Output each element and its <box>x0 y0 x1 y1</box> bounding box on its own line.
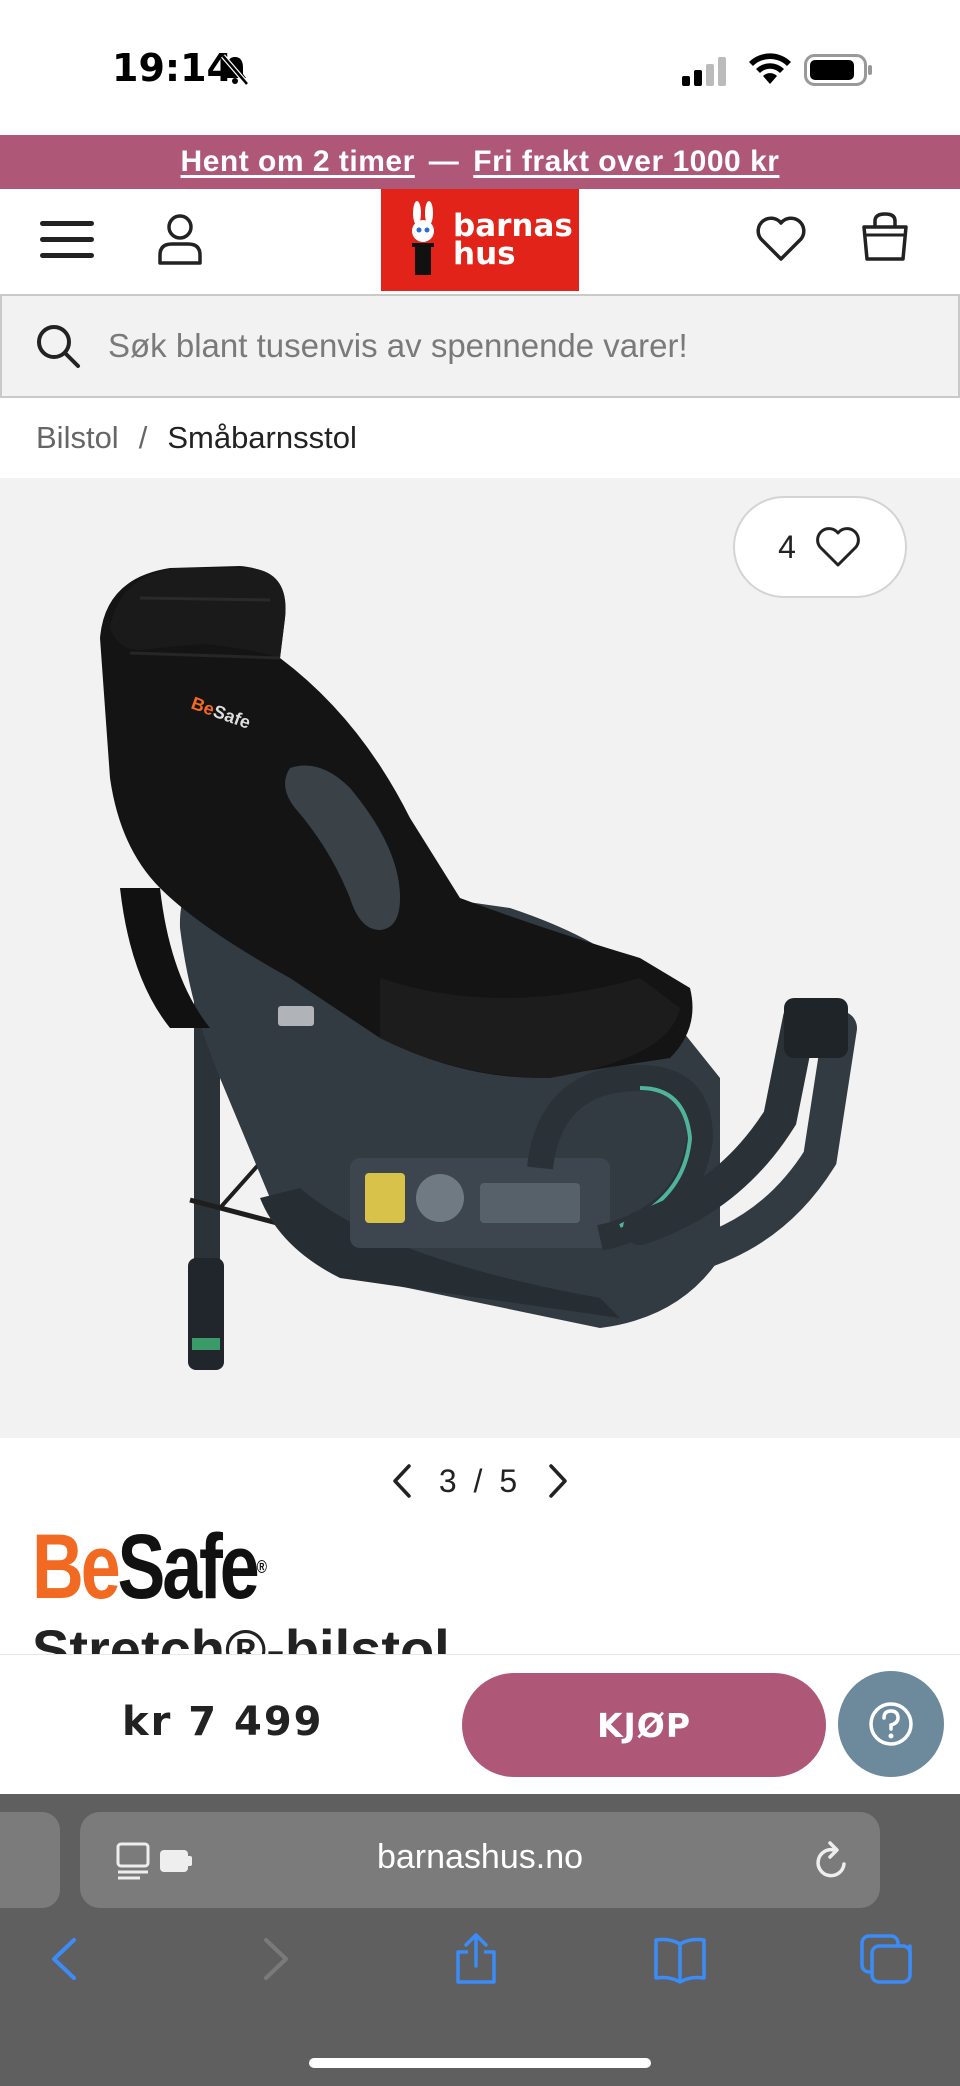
promo-separator: — <box>428 145 460 178</box>
brand-be: Be <box>32 1516 121 1618</box>
url-text: barnashus.no <box>376 1838 584 1876</box>
search-input[interactable] <box>108 327 908 365</box>
chevron-left-icon <box>393 1464 411 1498</box>
site-logo[interactable]: barnas hus <box>381 189 579 291</box>
brand-safe: Safe <box>117 1516 259 1618</box>
chevron-right-icon <box>549 1464 567 1498</box>
gallery-pager: 3 / 5 <box>0 1440 960 1522</box>
promo-shipping-link[interactable]: Fri frakt over 1000 kr <box>473 145 779 179</box>
promo-banner: Hent om 2 timer — Fri frakt over 1000 kr <box>0 135 960 189</box>
forward-icon[interactable] <box>246 1932 302 1986</box>
bell-off-icon <box>221 54 249 86</box>
product-title-text: Stretch®-bilstol <box>32 1620 450 1655</box>
wifi-icon <box>749 53 791 84</box>
address-bar[interactable]: barnashus.no <box>80 1812 880 1908</box>
breadcrumb-bilstol[interactable]: Bilstol <box>36 420 119 456</box>
buy-button[interactable]: KJØP <box>462 1673 826 1777</box>
prev-image-button[interactable] <box>385 1461 419 1501</box>
brand-logo[interactable]: BeSafe® <box>32 1521 332 1613</box>
reload-icon[interactable] <box>812 1840 852 1882</box>
tabs-icon[interactable] <box>858 1932 914 1986</box>
product-gallery[interactable]: 4 Be Safe <box>0 478 960 1438</box>
breadcrumb-separator: / <box>138 420 148 455</box>
price: kr 7 499 <box>122 1699 324 1745</box>
car-seat-image: Be Safe <box>100 566 857 1370</box>
signal-icon <box>682 57 726 86</box>
share-icon[interactable] <box>448 1932 504 1986</box>
heart-icon[interactable] <box>754 213 808 263</box>
rabbit-logo-icon <box>412 201 434 275</box>
home-indicator <box>309 2058 651 2068</box>
battery-icon <box>804 54 872 86</box>
buy-bar: kr 7 499 KJØP <box>0 1654 960 1794</box>
promo-pickup-link[interactable]: Hent om 2 timer <box>181 145 415 179</box>
next-image-button[interactable] <box>541 1461 575 1501</box>
user-icon[interactable] <box>152 211 208 267</box>
breadcrumb: Bilstol / Småbarnsstol <box>36 420 357 456</box>
bag-icon[interactable] <box>860 211 910 263</box>
pager-position: 3 / 5 <box>438 1462 522 1499</box>
bookmarks-icon[interactable] <box>652 1932 708 1986</box>
product-title: Stretch®-bilstol <box>32 1620 932 1655</box>
logo-text: barnas hus <box>453 211 573 272</box>
browser-toolbar: barnashus.no <box>0 1794 960 2086</box>
brand-registered: ® <box>256 1557 267 1577</box>
previous-tab[interactable] <box>0 1812 60 1908</box>
back-icon[interactable] <box>38 1932 94 1986</box>
status-bar: 19:14 <box>0 0 960 135</box>
brand-wordmark: BeSafe® <box>32 1521 267 1613</box>
breadcrumb-current[interactable]: Småbarnsstol <box>167 420 357 456</box>
search-icon[interactable] <box>34 322 82 370</box>
status-time: 19:14 <box>112 46 233 90</box>
search-bar <box>0 294 960 398</box>
help-button[interactable] <box>838 1671 944 1777</box>
help-icon <box>869 1702 913 1746</box>
logo-line2: hus <box>453 236 516 272</box>
menu-icon[interactable] <box>38 215 98 265</box>
site-header: barnas hus <box>0 189 960 293</box>
